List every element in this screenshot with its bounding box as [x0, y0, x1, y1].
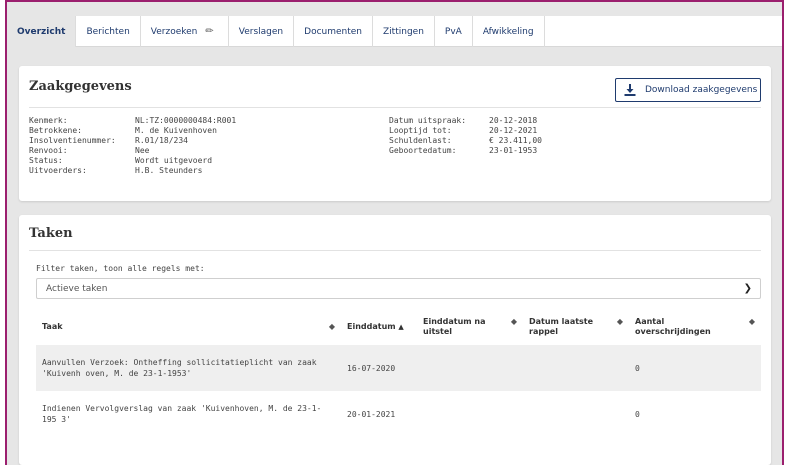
info-label: Status:	[29, 156, 63, 165]
info-label: Schuldenlast:	[389, 136, 452, 145]
tab-verslagen[interactable]: Verslagen	[229, 16, 295, 47]
download-icon	[624, 84, 636, 96]
cell-uitstel	[417, 345, 523, 391]
info-row: Geboortedatum: 23-01-1953	[389, 146, 542, 156]
info-label: Kenmerk:	[29, 116, 68, 125]
zaak-info-left: Kenmerk: NL:TZ:0000000484:R001 Betrokkene…	[29, 116, 236, 176]
info-label: Geboortedatum:	[389, 146, 457, 155]
taken-card: Taken Filter taken, toon alle regels met…	[19, 215, 771, 465]
info-value: 23-01-1953	[489, 146, 538, 155]
info-row: Kenmerk: NL:TZ:0000000484:R001	[29, 116, 236, 126]
column-header-einddatum[interactable]: Einddatum ▲	[341, 308, 417, 345]
download-zaakgegevens-button[interactable]: Download zaakgegevens	[615, 78, 761, 102]
zaakgegevens-title: Zaakgegevens	[29, 79, 132, 94]
download-label: Download zaakgegevens	[645, 85, 758, 95]
divider	[29, 250, 761, 251]
info-row: Datum uitspraak: 20-12-2018	[389, 116, 542, 126]
zaakgegevens-card: Zaakgegevens Download zaakgegevens Kenme…	[19, 66, 771, 201]
tab-documenten[interactable]: Documenten	[294, 16, 374, 47]
sort-icon[interactable]: ◆	[749, 317, 755, 327]
column-header-datum-laatste-rappel[interactable]: ◆ Datum laatste rappel	[523, 308, 629, 345]
info-label: Renvooi:	[29, 146, 68, 155]
tab-verzoeken[interactable]: Verzoeken ✏	[141, 16, 229, 47]
info-value: Wordt uitgevoerd	[135, 156, 213, 165]
info-value: M. de Kuivenhoven	[135, 126, 217, 135]
header-label: Aantal overschrijdingen	[635, 316, 711, 336]
taken-title: Taken	[29, 226, 73, 241]
tab-label: Overzicht	[17, 26, 66, 37]
tab-label: PvA	[444, 26, 462, 37]
sort-icon[interactable]: ◆	[511, 317, 517, 327]
tab-label: Berichten	[86, 26, 130, 37]
info-value: R.01/18/234	[135, 136, 188, 145]
table-row[interactable]: Aanvullen Verzoek: Ontheffing sollicitat…	[36, 345, 761, 391]
info-row: Uitvoerders: H.B. Steunders	[29, 166, 236, 176]
info-label: Datum uitspraak:	[389, 116, 467, 125]
cell-einddatum: 20-01-2021	[347, 409, 396, 419]
filter-select[interactable]: Actieve taken ❯	[36, 278, 761, 299]
sort-asc-icon[interactable]: ▲	[398, 323, 403, 331]
info-label: Looptijd tot:	[389, 126, 452, 135]
info-row: Looptijd tot: 20-12-2021	[389, 126, 542, 136]
app-frame: Overzicht Berichten Verzoeken ✏ Verslagen…	[5, 0, 784, 465]
info-row: Betrokkene: M. de Kuivenhoven	[29, 126, 236, 136]
info-row: Insolventienummer: R.01/18/234	[29, 136, 236, 146]
column-header-aantal-overschrijdingen[interactable]: ◆ Aantal overschrijdingen	[629, 308, 761, 345]
tab-pva[interactable]: PvA	[435, 16, 473, 47]
header-label: Einddatum	[347, 321, 396, 331]
cell-aantal: 0	[635, 409, 640, 419]
tab-zittingen[interactable]: Zittingen	[373, 16, 435, 47]
taken-table: Taak ◆ Einddatum ▲ ◆ Einddatum na uitstel …	[36, 308, 761, 437]
info-row: Schuldenlast: € 23.411,00	[389, 136, 542, 146]
info-row: Status: Wordt uitgevoerd	[29, 156, 236, 166]
info-value: H.B. Steunders	[135, 166, 203, 175]
filter-label: Filter taken, toon alle regels met:	[36, 264, 205, 273]
cell-uitstel	[417, 391, 523, 437]
cell-taak: Indienen Vervolgverslag van zaak 'Kuiven…	[42, 404, 322, 424]
cell-rappel	[523, 345, 629, 391]
sort-icon[interactable]: ◆	[617, 317, 623, 327]
filter-selected-value: Actieve taken	[46, 283, 108, 294]
pencil-icon: ✏	[205, 26, 214, 37]
info-value: NL:TZ:0000000484:R001	[135, 116, 237, 125]
sort-icon[interactable]: ◆	[329, 322, 335, 332]
tab-label: Zittingen	[383, 26, 424, 37]
tab-label: Afwikkeling	[482, 26, 534, 37]
tab-label: Verslagen	[238, 26, 284, 37]
info-label: Insolventienummer:	[29, 136, 116, 145]
tab-bar: Overzicht Berichten Verzoeken ✏ Verslagen…	[7, 16, 782, 47]
info-value: Nee	[135, 146, 150, 155]
tab-label: Verzoeken	[150, 26, 198, 37]
table-header-row: Taak ◆ Einddatum ▲ ◆ Einddatum na uitstel …	[36, 308, 761, 345]
info-value: 20-12-2018	[489, 116, 538, 125]
tab-overzicht[interactable]: Overzicht	[7, 16, 77, 47]
header-label: Taak	[42, 321, 63, 331]
zaak-info-right: Datum uitspraak: 20-12-2018 Looptijd tot:…	[389, 116, 542, 156]
tab-afwikkeling[interactable]: Afwikkeling	[473, 16, 545, 47]
column-header-einddatum-na-uitstel[interactable]: ◆ Einddatum na uitstel	[417, 308, 523, 345]
info-value: 20-12-2021	[489, 126, 538, 135]
table-row[interactable]: Indienen Vervolgverslag van zaak 'Kuiven…	[36, 391, 761, 437]
info-row: Renvooi: Nee	[29, 146, 236, 156]
info-label: Uitvoerders:	[29, 166, 87, 175]
cell-einddatum: 16-07-2020	[341, 345, 417, 391]
cell-rappel	[523, 391, 629, 437]
tab-label: Documenten	[304, 26, 363, 37]
header-label: Einddatum na uitstel	[423, 316, 486, 336]
info-label: Betrokkene:	[29, 126, 82, 135]
tab-berichten[interactable]: Berichten	[76, 16, 141, 47]
divider	[29, 107, 761, 108]
cell-taak: Aanvullen Verzoek: Ontheffing sollicitat…	[36, 345, 341, 391]
column-header-taak[interactable]: Taak ◆	[36, 308, 341, 345]
cell-aantal: 0	[629, 345, 761, 391]
header-label: Datum laatste rappel	[529, 316, 594, 336]
chevron-down-icon: ❯	[743, 283, 752, 294]
info-value: € 23.411,00	[489, 136, 542, 145]
